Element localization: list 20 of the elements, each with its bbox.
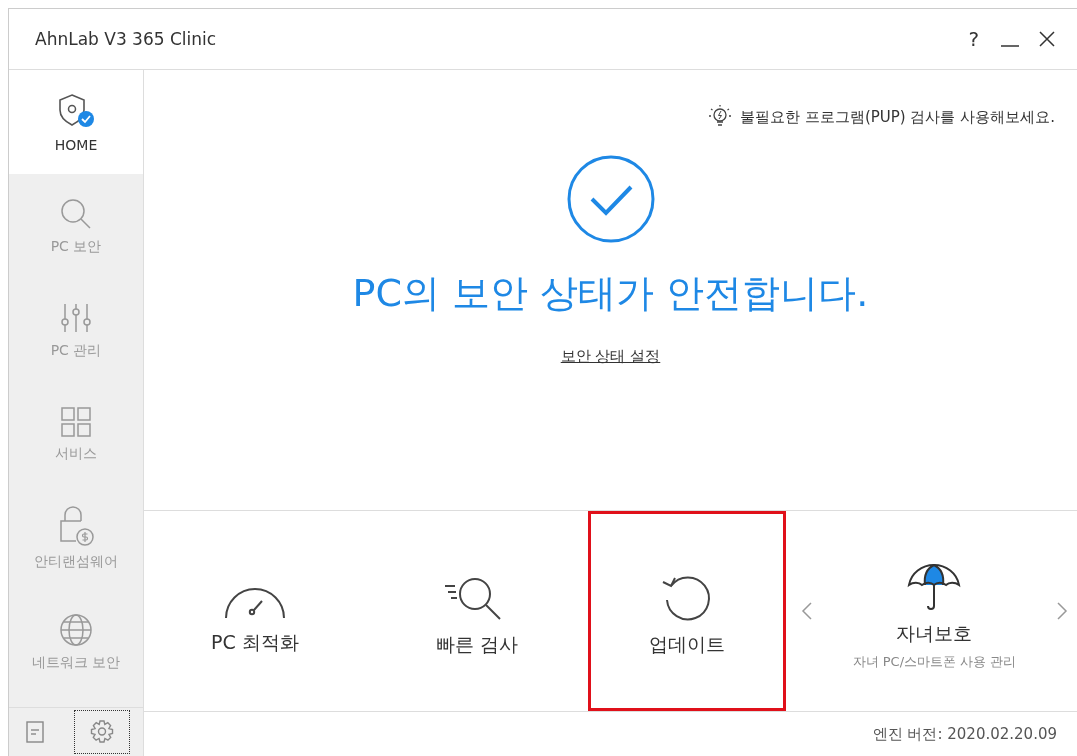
check-circle-icon — [565, 154, 656, 244]
engine-version: 엔진 버전: 2020.02.20.09 — [872, 724, 1057, 744]
status-settings-link[interactable]: 보안 상태 설정 — [560, 347, 661, 366]
settings-button[interactable] — [74, 710, 130, 754]
tip-text: 불필요한 프로그램(PUP) 검사를 사용해보세요. — [740, 107, 1055, 127]
globe-icon — [58, 612, 94, 648]
refresh-icon — [661, 574, 713, 624]
help-button[interactable]: ? — [964, 27, 983, 51]
tile-subtitle: 자녀 PC/스마트폰 사용 관리 — [852, 653, 1017, 671]
sidebar-item[interactable]: HOME — [9, 70, 143, 174]
status-headline: PC의 보안 상태가 안전합니다. — [352, 270, 869, 317]
window-title: AhnLab V3 365 Clinic — [35, 29, 217, 49]
feature-tile[interactable]: PC 최적화 — [144, 511, 366, 711]
umbrella-icon — [906, 561, 963, 613]
grid-icon — [59, 405, 93, 439]
feature-tile[interactable]: 자녀보호 자녀 PC/스마트폰 사용 관리 — [786, 511, 1077, 711]
feature-tile[interactable]: 빠른 검사 — [366, 511, 588, 711]
close-icon[interactable] — [1037, 29, 1057, 49]
feature-tile[interactable]: 업데이트 — [588, 511, 786, 711]
settings-icon — [89, 719, 115, 745]
